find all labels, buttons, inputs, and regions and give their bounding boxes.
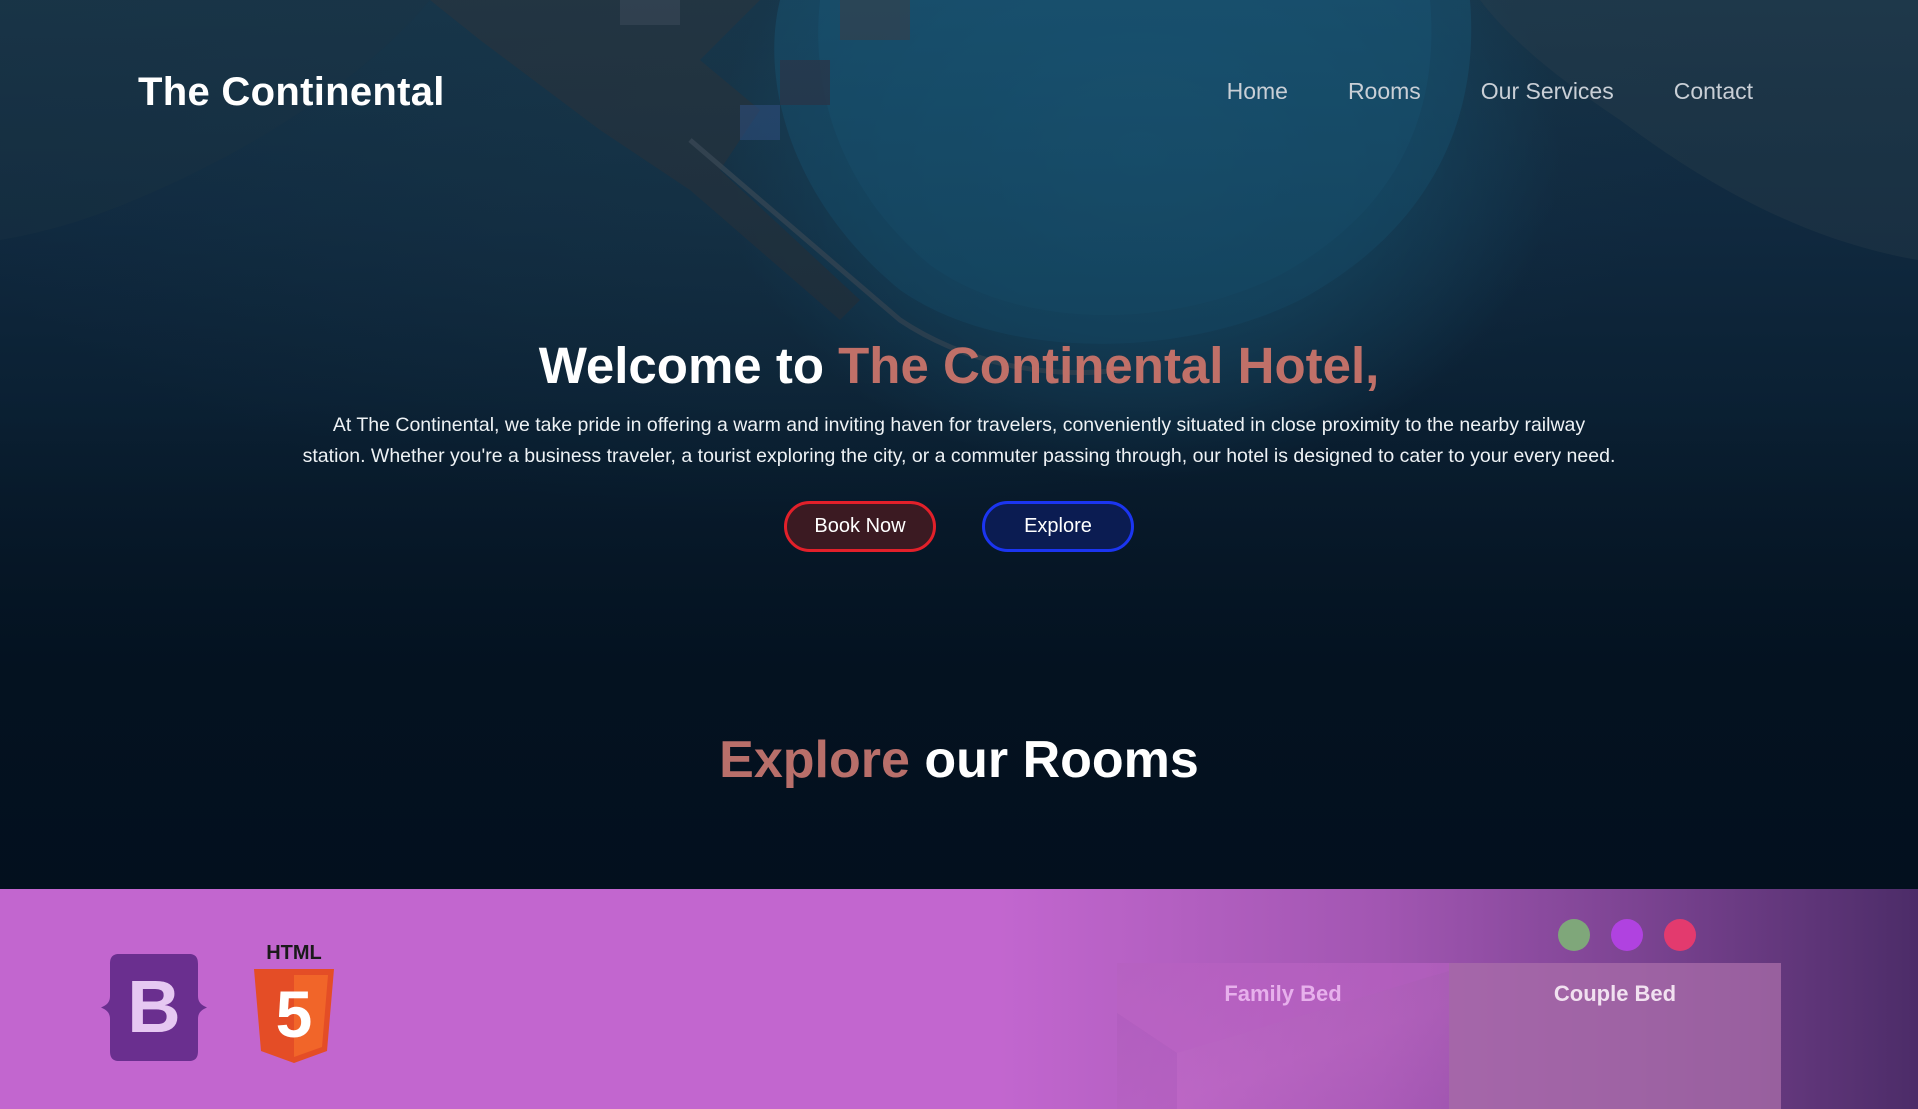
nav-link-our-services[interactable]: Our Services <box>1481 78 1614 105</box>
color-dot-purple[interactable] <box>1611 919 1643 951</box>
color-dots <box>1558 919 1696 951</box>
room-card-label: Family Bed <box>1224 981 1342 1006</box>
hero-buttons: Book Now Explore <box>0 501 1918 552</box>
room-card-label: Couple Bed <box>1553 981 1677 1006</box>
bootstrap-logo-icon: B <box>101 954 207 1061</box>
color-dot-green[interactable] <box>1558 919 1590 951</box>
rooms-heading: Explore our Rooms <box>0 730 1918 790</box>
svg-text:5: 5 <box>276 977 313 1051</box>
color-dot-pink[interactable] <box>1664 919 1696 951</box>
hero-title-accent: The Continental Hotel, <box>838 337 1380 394</box>
nav-links: Home Rooms Our Services Contact <box>1227 78 1753 105</box>
brand-logo-text[interactable]: The Continental <box>138 70 445 115</box>
room-card-family-bed[interactable]: Family Bed <box>1117 963 1449 1109</box>
svg-text:HTML: HTML <box>266 942 322 964</box>
hero-description: At The Continental, we take pride in off… <box>302 414 1616 467</box>
rooms-heading-accent: Explore <box>719 731 910 789</box>
nav-link-home[interactable]: Home <box>1227 78 1288 105</box>
explore-button[interactable]: Explore <box>982 501 1134 552</box>
hero-title: Welcome to The Continental Hotel, <box>0 330 1918 402</box>
html5-logo-icon: HTML 5 <box>254 942 334 1063</box>
page: The Continental Home Rooms Our Services … <box>0 0 1918 1109</box>
rooms-section: B HTML 5 Family Bed Couple Bed <box>0 889 1918 1109</box>
svg-text:B: B <box>127 965 180 1048</box>
navbar: The Continental Home Rooms Our Services … <box>0 0 1918 190</box>
nav-link-rooms[interactable]: Rooms <box>1348 78 1421 105</box>
hero-title-prefix: Welcome to <box>538 337 839 394</box>
hero-content: Welcome to The Continental Hotel, At The… <box>0 330 1918 552</box>
nav-link-contact[interactable]: Contact <box>1674 78 1753 105</box>
book-now-button[interactable]: Book Now <box>784 501 936 552</box>
rooms-heading-rest: our Rooms <box>909 731 1199 789</box>
room-card-couple-bed[interactable]: Couple Bed <box>1449 963 1781 1109</box>
